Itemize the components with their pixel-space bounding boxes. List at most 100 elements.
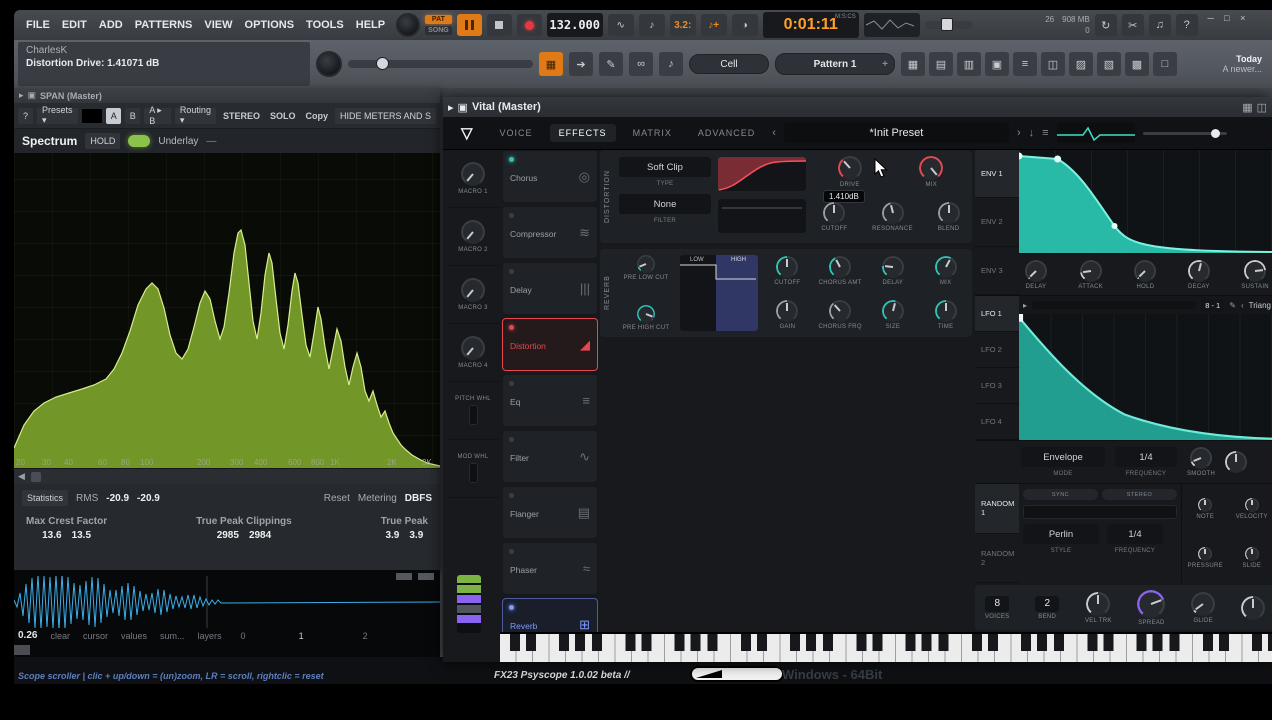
chorus-freq-knob[interactable] [829,300,852,322]
reverb-mix-control[interactable]: MIX [919,256,972,286]
effect-led[interactable] [509,157,514,162]
tab-random-1[interactable]: RANDOM 1 [975,484,1019,534]
statistics-tab[interactable]: Statistics [22,490,69,506]
vital-titlebar[interactable]: ▸ ▣ Vital (Master) ▦ ◫ [443,97,1272,117]
preset-prev-button[interactable]: ‹ [772,127,776,139]
tempo-tap-button[interactable]: ▧ [1097,52,1121,76]
pressure-source-knob[interactable] [1198,547,1213,562]
pattern-grid-button[interactable]: ▦ [539,52,563,76]
menu-help[interactable]: HELP [350,19,391,31]
lfo-steps-stepper[interactable]: 8 - 1 [1201,298,1225,312]
help-icon[interactable]: ? [1175,14,1198,36]
pre-low-cut-knob[interactable] [636,255,655,273]
reverb-time-knob[interactable] [934,300,957,322]
distortion-filter-dropdown[interactable]: None [619,194,711,214]
scope-value[interactable]: 0.26 [18,630,37,641]
ab-slot-a-button[interactable]: A [106,107,122,124]
blend-control[interactable]: BLEND [937,202,960,232]
chorus-amount-knob[interactable] [829,256,852,278]
macro-4-knob[interactable] [461,336,485,360]
pre-low-cut-control[interactable]: PRE LOW CUT [624,255,669,281]
ab-copy-button[interactable]: A ▸ B [144,105,171,126]
effect-item-filter[interactable]: Filter ∿ [502,430,598,483]
reverb-time-control[interactable]: TIME [919,300,972,330]
env-attack-control[interactable]: ATTACK [1078,259,1103,290]
effect-item-chorus[interactable]: Chorus ◎ [502,150,598,203]
tab-effects[interactable]: EFFECTS [549,124,616,142]
effect-led[interactable] [509,605,514,610]
resonance-control[interactable]: RESONANCE [872,202,913,232]
cutoff-knob[interactable] [823,202,846,224]
project-picker-button[interactable]: ▨ [1069,52,1093,76]
tab-lfo-2[interactable]: LFO 2 [975,332,1019,368]
velocity-track-control[interactable]: VEL TRK [1085,591,1112,624]
spectrum-scrollbar[interactable]: ◀ [14,468,440,484]
solo-label[interactable]: SOLO [267,111,299,121]
routing-dropdown[interactable]: Routing ▾ [174,105,216,125]
wait-countdown-button[interactable]: 3.2: [669,14,696,36]
env-attack-knob[interactable] [1079,259,1102,282]
menu-icon[interactable]: ≡ [1042,127,1048,139]
pitch-wheel-slot[interactable] [468,405,478,425]
sync-icon[interactable]: ↻ [1094,14,1117,36]
env-hold-knob[interactable] [1134,259,1157,282]
gear-icon[interactable]: ▣ [458,101,468,114]
effect-item-distortion[interactable]: Distortion ◢ [502,318,598,371]
minimize-button[interactable]: ─ [1203,11,1219,25]
macro-4[interactable]: MACRO 4 [447,324,499,382]
sum-button[interactable]: sum... [160,631,185,641]
lfo-shape-name[interactable]: Triang [1249,301,1271,310]
reverb-mix-knob[interactable] [934,256,957,278]
options-panel-button[interactable]: □ [1153,52,1177,76]
volume-handle[interactable] [1210,128,1220,138]
menu-patterns[interactable]: PATTERNS [129,19,199,31]
reverb-gain-knob[interactable] [776,300,799,322]
stop-button[interactable] [486,14,512,36]
random-sync-toggle[interactable]: SYNC [1023,489,1098,500]
effect-item-eq[interactable]: Eq ≡ [502,374,598,427]
lfo-extra-control[interactable] [1225,451,1248,473]
tab-matrix[interactable]: MATRIX [624,124,681,142]
loop-record-button[interactable]: ◑ [731,14,758,36]
macro-3-knob[interactable] [461,278,485,302]
note-source-knob[interactable] [1198,497,1213,512]
audio-icon[interactable]: ♫ [1148,14,1171,36]
chorus-freq-control[interactable]: CHORUS FRQ [814,300,867,330]
browser-button[interactable]: ≡ [1013,52,1037,76]
drive-knob[interactable] [837,156,862,180]
effect-led[interactable] [509,381,514,386]
master-pitch-slider[interactable] [924,18,973,31]
hint-knob[interactable] [396,13,421,37]
channel-rack-button[interactable]: ▥ [957,52,981,76]
preset-name-box[interactable] [81,108,103,123]
main-volume-knob[interactable] [316,51,342,77]
underlay-led-toggle[interactable] [128,135,151,147]
layer-1[interactable]: 1 [299,631,304,641]
layer-0[interactable]: 0 [241,631,246,641]
tab-env-3[interactable]: ENV 3 [975,246,1019,295]
tab-lfo-3[interactable]: LFO 3 [975,368,1019,404]
reverb-cutoff-knob[interactable] [776,256,799,278]
pitch-wheel[interactable]: PITCH WHL [447,382,499,440]
mix-knob[interactable] [919,156,944,180]
pre-high-cut-knob[interactable] [636,305,655,323]
velocity-source-knob[interactable] [1244,497,1259,512]
tab-voice[interactable]: VOICE [491,124,542,142]
save-preset-icon[interactable]: ↓ [1029,127,1035,139]
news-panel[interactable]: Today A newer... [1222,54,1268,74]
vel-trk-knob[interactable] [1086,591,1111,616]
spread-control[interactable]: SPREAD [1137,589,1166,626]
voices-control[interactable]: 8 VOICES [985,595,1010,620]
drive-control[interactable]: DRIVE [837,156,862,188]
scroll-handle[interactable] [30,471,41,482]
close-button[interactable]: × [1235,11,1251,25]
scroll-left-arrow[interactable]: ◀ [18,471,25,482]
cut-icon[interactable]: ✂ [1121,14,1144,36]
mod-source-velocity[interactable]: VELOCITY [1229,497,1272,520]
play-pause-button[interactable] [456,14,482,36]
mod-source-slide[interactable]: SLIDE [1229,547,1272,569]
touch-controller-button[interactable]: ▩ [1125,52,1149,76]
reverb-size-control[interactable]: SIZE [867,300,920,330]
random-stereo-toggle[interactable]: STEREO [1102,489,1177,500]
preset-name[interactable]: *Init Preset [783,123,1009,143]
